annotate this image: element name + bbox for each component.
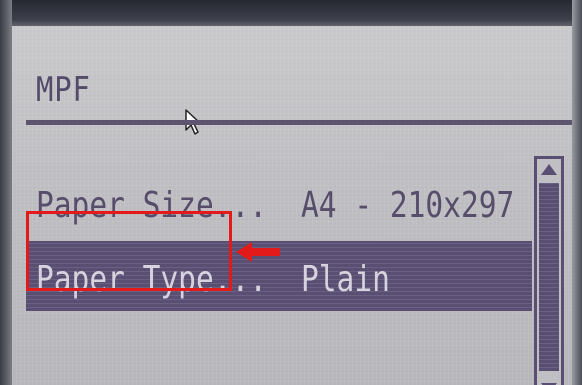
menu-item-value: A4 - 210x297 (301, 185, 515, 226)
device-bezel-top (0, 0, 582, 28)
lcd-screen: MPF Paper Size... A4 - 210x297 Paper Typ… (12, 26, 572, 385)
annotation-highlight-box (26, 211, 232, 291)
device-bezel-right (572, 0, 582, 385)
scrollbar[interactable] (534, 156, 564, 385)
menu-header: MPF (12, 26, 572, 120)
menu-item-value: Plain (301, 259, 390, 300)
device-bezel-left (0, 0, 12, 385)
menu-title: MPF (36, 70, 91, 110)
left-arrow-icon (236, 242, 280, 262)
scroll-up-arrow-icon[interactable] (537, 159, 561, 181)
scroll-down-arrow-icon[interactable] (537, 377, 561, 385)
scroll-thumb[interactable] (539, 183, 559, 371)
lcd-photo: MPF Paper Size... A4 - 210x297 Paper Typ… (0, 0, 582, 385)
